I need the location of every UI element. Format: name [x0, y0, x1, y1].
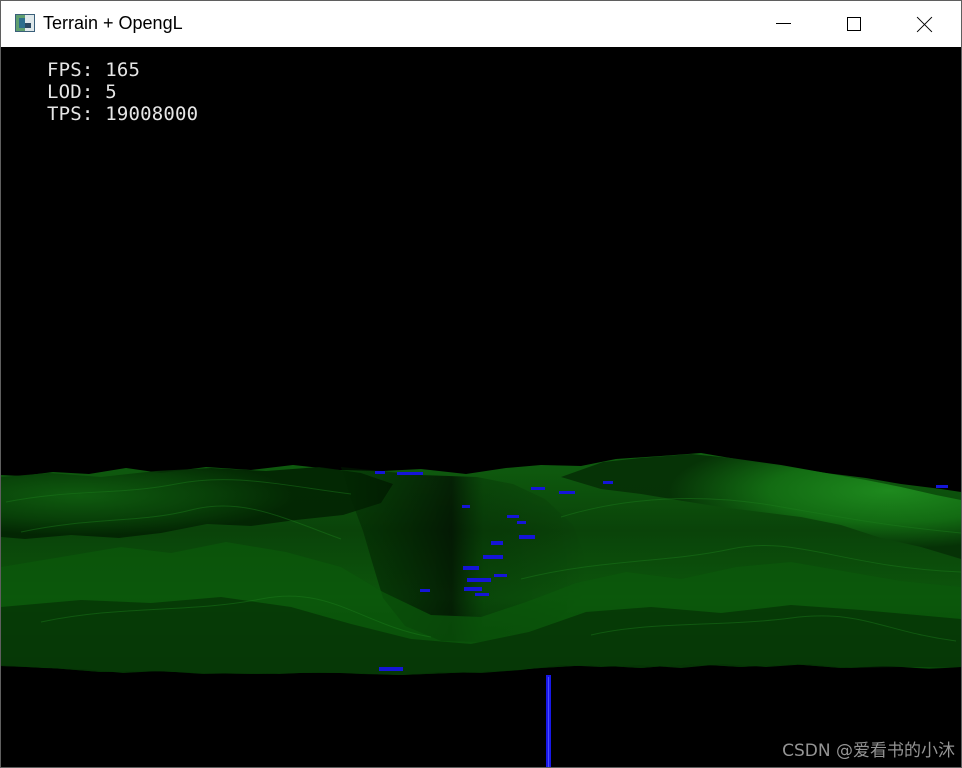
water-patch [531, 487, 545, 490]
tps-value: 19008000 [105, 103, 199, 125]
window-title: Terrain + OpengL [43, 13, 183, 33]
water-patch [517, 521, 526, 524]
lod-value: 5 [105, 81, 117, 103]
water-patch [467, 578, 491, 582]
water-patch [483, 555, 503, 559]
vertical-water-highlight [548, 677, 549, 767]
lod-label: LOD: [47, 81, 94, 103]
minimize-icon [776, 23, 791, 24]
maximize-button[interactable] [819, 1, 890, 47]
close-icon [917, 16, 933, 32]
water-patch [375, 471, 385, 474]
water-patch [464, 587, 482, 591]
water-patch [379, 667, 403, 671]
maximize-icon [847, 17, 861, 31]
performance-hud: FPS: 165 LOD: 5 TPS: 19008000 [47, 59, 198, 125]
water-patch [463, 566, 479, 570]
water-patch [475, 593, 489, 596]
water-patch [559, 491, 575, 494]
title-bar[interactable]: Terrain + OpengL [1, 1, 961, 47]
window-controls [748, 1, 961, 47]
tps-label: TPS: [47, 103, 94, 125]
fps-value: 165 [105, 59, 141, 81]
tps-readout: TPS: 19008000 [47, 103, 198, 125]
water-patch [507, 515, 519, 518]
watermark: CSDN @爱看书的小沐 [782, 741, 955, 761]
water-patch [603, 481, 613, 484]
terrain-render [1, 453, 961, 767]
opengl-viewport[interactable]: FPS: 165 LOD: 5 TPS: 19008000 CSDN @爱看书的… [1, 47, 961, 767]
water-patch [462, 505, 470, 508]
fps-label: FPS: [47, 59, 94, 81]
water-patch [491, 541, 503, 545]
app-window-icon [15, 14, 35, 32]
water-patch [494, 574, 507, 577]
water-patch [397, 472, 423, 475]
close-button[interactable] [890, 1, 961, 47]
water-patch [519, 535, 535, 539]
water-patch [936, 485, 948, 488]
app-window: Terrain + OpengL FPS: 165 LOD: 5 TPS: 19… [0, 0, 962, 768]
water-patch [420, 589, 430, 592]
fps-readout: FPS: 165 [47, 59, 198, 81]
minimize-button[interactable] [748, 1, 819, 47]
lod-readout: LOD: 5 [47, 81, 198, 103]
